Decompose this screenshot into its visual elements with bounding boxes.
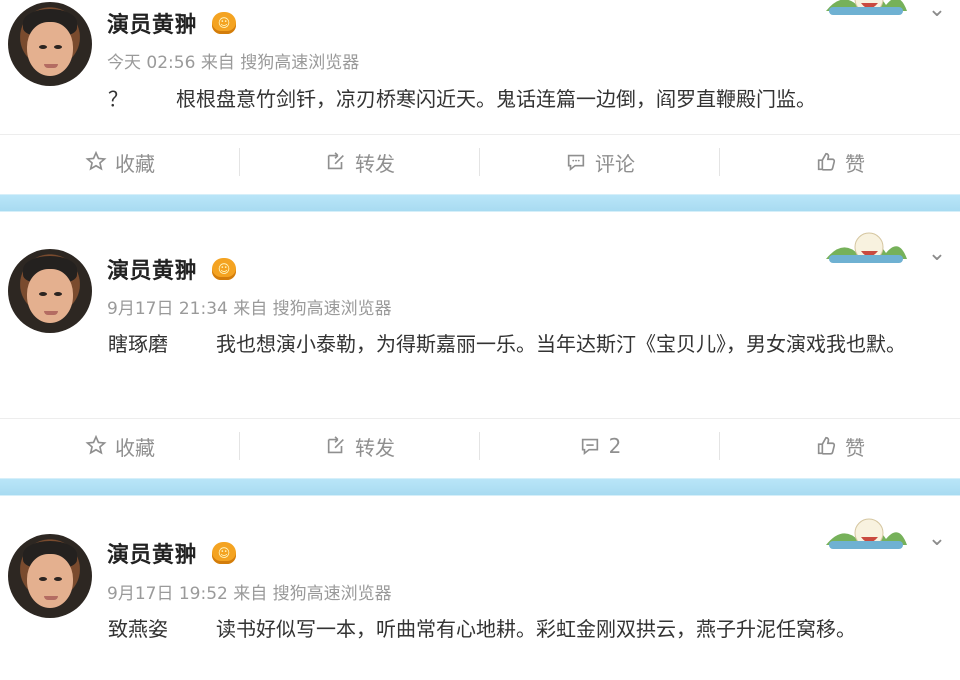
favorite-button[interactable]: 收藏 (0, 419, 240, 473)
sticker-icon (826, 518, 907, 549)
post-source: 来自 搜狗高速浏览器 (233, 299, 392, 319)
like-label: 赞 (845, 435, 865, 460)
post-time: 9月17日 21:34 (107, 299, 228, 319)
comment-icon (581, 438, 598, 456)
post-time: 9月17日 19:52 (107, 584, 228, 604)
like-button[interactable]: 赞 (720, 135, 960, 189)
comment-button[interactable]: 评论 (480, 135, 720, 189)
post-prefix: ？ (108, 87, 128, 111)
post-content: 致燕姿 读书好似写一本，听曲常有心地耕。彩虹金刚双拱云，燕子升泥任窝移。 (108, 613, 948, 646)
post-content: 瞎琢磨 我也想演小泰勒，为得斯嘉丽一乐。当年达斯汀《宝贝儿》，男女演戏我也默。 (108, 328, 948, 361)
avatar[interactable] (8, 249, 92, 333)
star-icon (85, 151, 107, 171)
thumbs-up-icon (817, 152, 836, 171)
action-bar: 收藏 转发 评论 赞 (0, 134, 960, 189)
post-author[interactable]: 演员黄翀 (107, 7, 197, 39)
sticker-icon (826, 0, 907, 15)
repost-button[interactable]: 转发 (240, 135, 480, 189)
like-label: 赞 (845, 151, 865, 176)
post-meta: 今天 02:56 来自 搜狗高速浏览器 (107, 48, 359, 73)
comment-label: 评论 (595, 151, 635, 176)
action-bar: 收藏 转发 2 赞 (0, 418, 960, 473)
thumbs-up-icon (817, 436, 836, 455)
post-separator (0, 194, 960, 212)
favorite-button[interactable]: 收藏 (0, 135, 240, 189)
weibo-post: 演员黄翀 ☺ 9月17日 19:52 来自 搜狗高速浏览器 致燕姿 读书好似写一本… (0, 496, 960, 680)
post-meta: 9月17日 19:52 来自 搜狗高速浏览器 (107, 579, 392, 604)
comment-count: 2 (608, 434, 622, 458)
star-icon (85, 435, 107, 455)
post-text: 读书好似写一本，听曲常有心地耕。彩虹金刚双拱云，燕子升泥任窝移。 (216, 617, 856, 641)
vip-badge-icon: ☺ (212, 12, 236, 34)
post-prefix: 瞎琢磨 (108, 332, 168, 356)
post-author[interactable]: 演员黄翀 (107, 537, 197, 569)
chevron-down-icon[interactable]: ⌄ (925, 242, 949, 266)
weibo-post: 演员黄翀 ☺ 9月17日 21:34 来自 搜狗高速浏览器 瞎琢磨 我也想演小泰勒… (0, 212, 960, 474)
comment-icon (567, 154, 585, 172)
post-text: 我也想演小泰勒，为得斯嘉丽一乐。当年达斯汀《宝贝儿》，男女演戏我也默。 (216, 332, 906, 356)
repost-label: 转发 (355, 435, 395, 460)
post-text: 根根盘意竹剑钎，凉刃桥寒闪近天。鬼话连篇一边倒，阎罗直鞭殿门监。 (176, 87, 816, 111)
favorite-label: 收藏 (115, 435, 155, 460)
comment-button[interactable]: 2 (480, 419, 720, 473)
post-time: 今天 02:56 (107, 53, 196, 73)
like-button[interactable]: 赞 (720, 419, 960, 473)
post-source: 来自 搜狗高速浏览器 (200, 53, 360, 73)
weibo-post: 演员黄翀 ☺ 今天 02:56 来自 搜狗高速浏览器 ？ 根根盘意竹剑钎，凉刃桥寒… (0, 0, 960, 189)
favorite-label: 收藏 (115, 151, 155, 176)
vip-badge-icon: ☺ (212, 542, 236, 564)
chevron-down-icon[interactable]: ⌄ (925, 527, 949, 551)
post-separator (0, 478, 960, 496)
repost-label: 转发 (355, 151, 395, 176)
vip-badge-icon: ☺ (212, 258, 236, 280)
post-source: 来自 搜狗高速浏览器 (233, 584, 392, 604)
post-author[interactable]: 演员黄翀 (107, 253, 197, 285)
repost-icon (327, 436, 344, 454)
sticker-icon (826, 232, 907, 263)
repost-button[interactable]: 转发 (240, 419, 480, 473)
repost-icon (327, 152, 344, 170)
post-content: ？ 根根盘意竹剑钎，凉刃桥寒闪近天。鬼话连篇一边倒，阎罗直鞭殿门监。 (108, 83, 948, 116)
avatar[interactable] (8, 534, 92, 618)
chevron-down-icon[interactable]: ⌄ (925, 0, 949, 22)
post-meta: 9月17日 21:34 来自 搜狗高速浏览器 (107, 294, 392, 319)
avatar[interactable] (8, 2, 92, 86)
post-prefix: 致燕姿 (108, 617, 168, 641)
